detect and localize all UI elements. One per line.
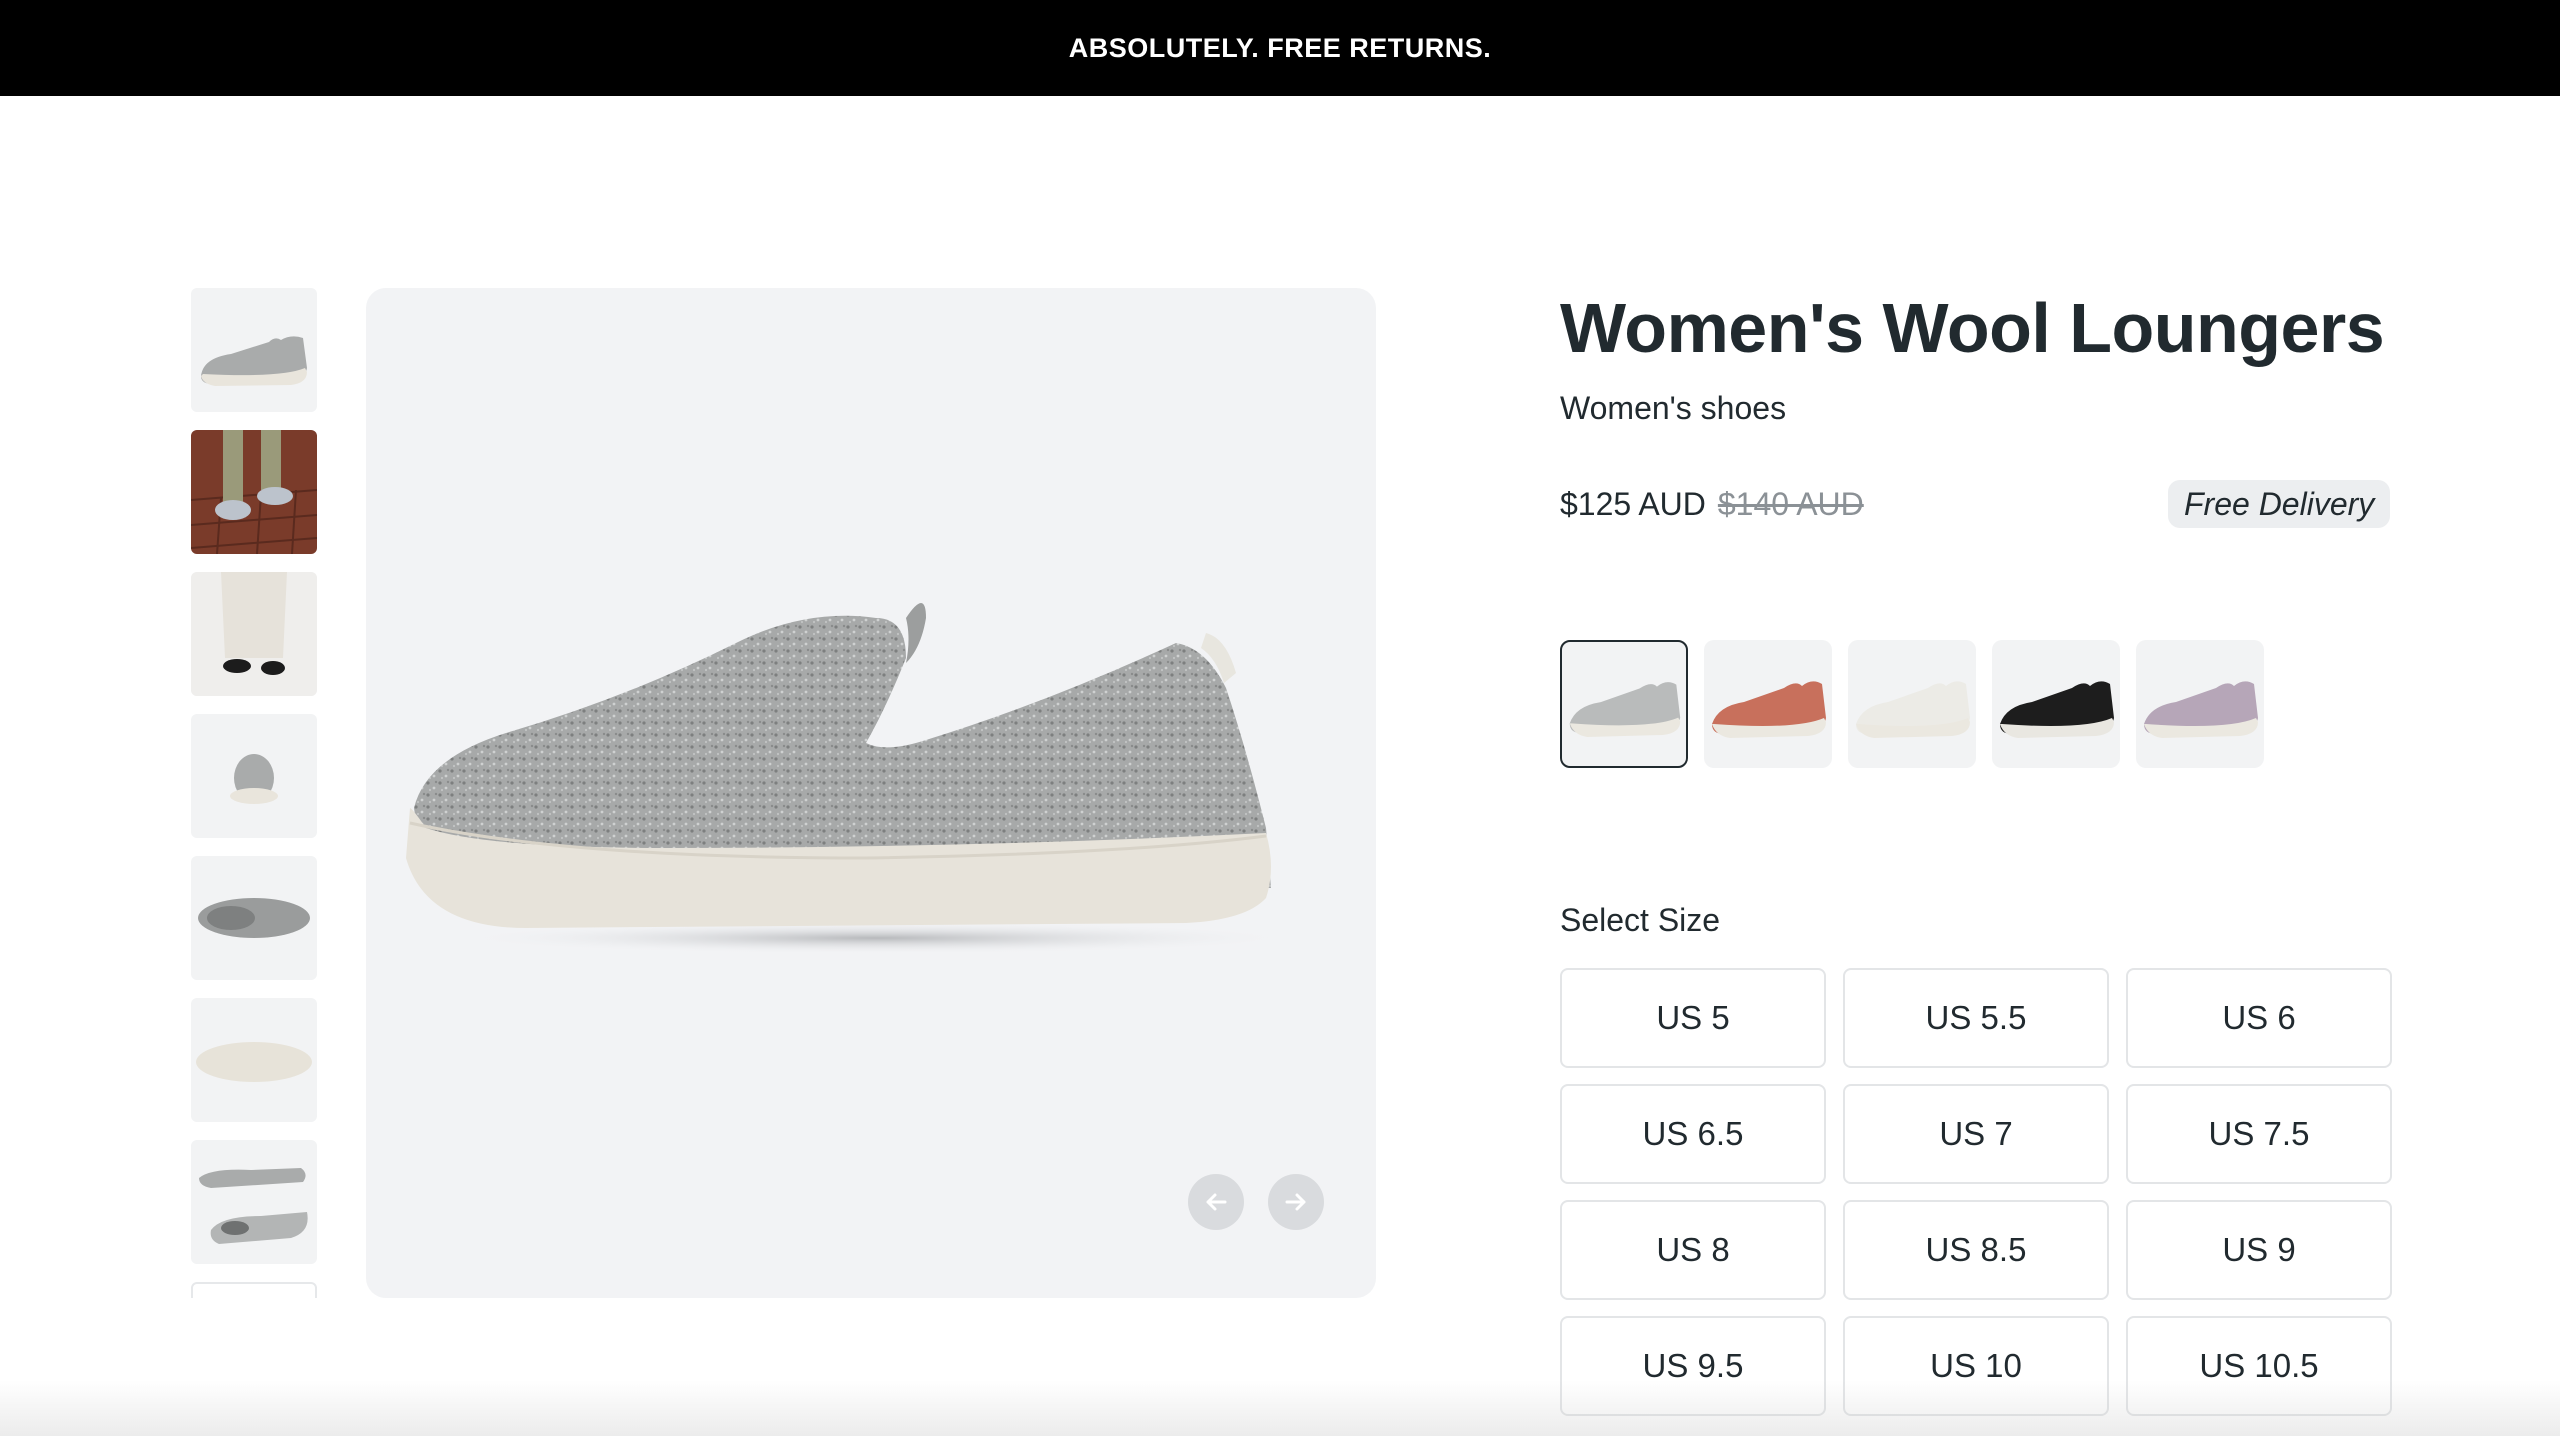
swatch-shoe-image [2000, 681, 2114, 738]
size-option[interactable]: US 7.5 [2126, 1084, 2392, 1184]
color-swatch-coral[interactable] [1704, 640, 1832, 768]
announcement-text: ABSOLUTELY. FREE RETURNS. [1068, 32, 1492, 63]
current-price: $125 AUD [1560, 486, 1706, 522]
size-option[interactable]: US 5 [1560, 968, 1826, 1068]
swatch-shoe-image [1712, 681, 1826, 738]
thumbnail-back-view[interactable] [191, 714, 317, 838]
arrow-right-icon [1285, 1193, 1306, 1211]
size-option[interactable]: US 6 [2126, 968, 2392, 1068]
bottom-fade [0, 1380, 2560, 1436]
thumbnail-lifestyle-brick[interactable] [191, 430, 317, 554]
product-title: Women's Wool Loungers [1560, 289, 2385, 367]
prev-image-button[interactable] [1188, 1174, 1244, 1230]
color-swatch-white[interactable] [1848, 640, 1976, 768]
color-swatches [1560, 640, 2264, 768]
shoe-image [406, 603, 1296, 954]
next-image-button[interactable] [1268, 1174, 1324, 1230]
arrow-left-icon [1206, 1193, 1227, 1211]
thumbnail-strip[interactable] [191, 288, 317, 1298]
size-option[interactable]: US 7 [1843, 1084, 2109, 1184]
product-subtitle: Women's shoes [1560, 390, 1787, 426]
size-option[interactable]: US 8 [1560, 1200, 1826, 1300]
price-row: $125 AUD $140 AUD [1560, 486, 1864, 523]
color-swatch-lilac[interactable] [2136, 640, 2264, 768]
free-delivery-badge: Free Delivery [2168, 480, 2391, 528]
thumbnail-top-view[interactable] [191, 856, 317, 980]
size-option[interactable]: US 6.5 [1560, 1084, 1826, 1184]
main-product-image [366, 288, 1376, 1298]
original-price: $140 AUD [1717, 486, 1864, 522]
thumbnail-sole-view[interactable] [191, 998, 317, 1122]
select-size-label: Select Size [1560, 902, 1721, 938]
color-swatch-grey[interactable] [1560, 640, 1688, 768]
thumbnail-lifestyle-white-pants[interactable] [191, 572, 317, 696]
thumbnail-side-view[interactable] [191, 288, 317, 412]
size-option[interactable]: US 9 [2126, 1200, 2392, 1300]
announcement-bar: ABSOLUTELY. FREE RETURNS. [0, 0, 2560, 96]
swatch-shoe-image [1856, 681, 1970, 738]
thumbnail-partial[interactable] [191, 1282, 317, 1298]
size-option[interactable]: US 8.5 [1843, 1200, 2109, 1300]
color-swatch-black[interactable] [1992, 640, 2120, 768]
swatch-shoe-image [1569, 682, 1681, 737]
size-option[interactable]: US 5.5 [1843, 968, 2109, 1068]
thumbnail-pair-view[interactable] [191, 1140, 317, 1264]
swatch-shoe-image [2144, 681, 2258, 738]
